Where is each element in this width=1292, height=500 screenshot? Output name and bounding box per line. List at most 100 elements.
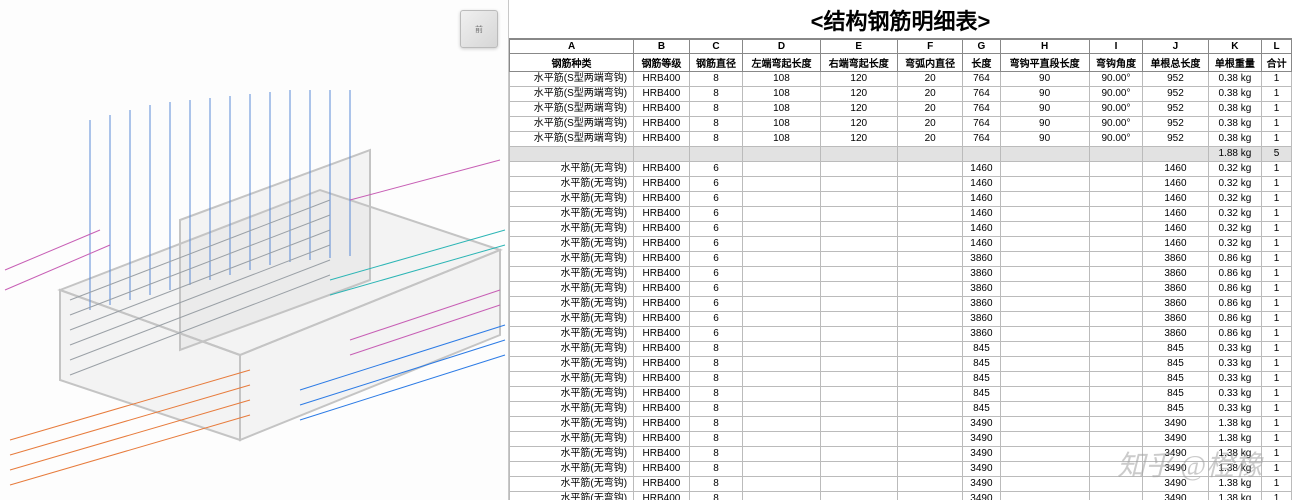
cell[interactable]: 3490 [1143,477,1208,492]
cell[interactable]: 3490 [1143,462,1208,477]
cell[interactable]: 0.32 kg [1208,162,1262,177]
cell[interactable]: 0.33 kg [1208,342,1262,357]
cell[interactable]: HRB400 [634,297,690,312]
cell[interactable] [1089,342,1143,357]
cell[interactable]: 6 [689,237,743,252]
table-row[interactable]: 水平筋(无弯钩)HRB4006146014600.32 kg1 [510,207,1292,222]
cell[interactable] [897,312,962,327]
cell[interactable] [820,267,897,282]
cell[interactable]: 水平筋(S型两端弯钩) [510,87,634,102]
cell[interactable] [1089,192,1143,207]
cell[interactable] [1000,492,1089,500]
cell[interactable] [1000,147,1089,162]
cell[interactable]: 108 [743,72,820,87]
cell[interactable] [820,312,897,327]
cell[interactable]: 3860 [1143,297,1208,312]
cell[interactable] [820,447,897,462]
cell[interactable]: 水平筋(无弯钩) [510,357,634,372]
cell[interactable] [897,192,962,207]
cell[interactable]: 1460 [1143,162,1208,177]
cell[interactable]: 1460 [963,162,1000,177]
cell[interactable]: 3860 [963,327,1000,342]
cell[interactable]: 3860 [963,297,1000,312]
cell[interactable]: HRB400 [634,222,690,237]
cell[interactable]: HRB400 [634,357,690,372]
cell[interactable]: 764 [963,72,1000,87]
cell[interactable]: 0.32 kg [1208,237,1262,252]
cell[interactable]: 845 [1143,357,1208,372]
cell[interactable]: 水平筋(无弯钩) [510,282,634,297]
cell[interactable] [743,372,820,387]
cell[interactable]: 0.86 kg [1208,297,1262,312]
col-header[interactable]: 合计 [1262,54,1292,72]
rebar-schedule-table[interactable]: ABCDEFGHIJKL 钢筋种类钢筋等级钢筋直径左端弯起长度右端弯起长度弯弧内… [509,39,1292,500]
cell[interactable]: 1 [1262,162,1292,177]
cell[interactable]: 952 [1143,102,1208,117]
cell[interactable] [1000,417,1089,432]
cell[interactable] [510,147,634,162]
cell[interactable] [743,267,820,282]
table-row[interactable]: 水平筋(无弯钩)HRB4006146014600.32 kg1 [510,237,1292,252]
cell[interactable]: 6 [689,312,743,327]
cell[interactable] [743,357,820,372]
cell[interactable] [897,282,962,297]
cell[interactable]: 120 [820,102,897,117]
cell[interactable] [1089,207,1143,222]
cell[interactable]: 1 [1262,297,1292,312]
cell[interactable]: 1.38 kg [1208,477,1262,492]
col-letter[interactable]: H [1000,40,1089,54]
cell[interactable]: 1 [1262,477,1292,492]
cell[interactable]: 3490 [963,432,1000,447]
cell[interactable]: 764 [963,132,1000,147]
cell[interactable]: 1460 [1143,237,1208,252]
cell[interactable] [1089,297,1143,312]
cell[interactable]: 90.00° [1089,102,1143,117]
cell[interactable] [634,147,690,162]
cell[interactable]: 水平筋(无弯钩) [510,477,634,492]
cell[interactable] [743,282,820,297]
cell[interactable]: 3490 [963,447,1000,462]
cell[interactable]: 水平筋(无弯钩) [510,177,634,192]
cell[interactable]: 1460 [1143,177,1208,192]
cell[interactable]: HRB400 [634,312,690,327]
cell[interactable]: 6 [689,207,743,222]
cell[interactable] [743,342,820,357]
cell[interactable] [1000,237,1089,252]
cell[interactable] [743,237,820,252]
cell[interactable]: 845 [1143,387,1208,402]
cell[interactable] [1089,327,1143,342]
cell[interactable]: 1460 [1143,207,1208,222]
cell[interactable]: 水平筋(无弯钩) [510,297,634,312]
cell[interactable]: 845 [1143,372,1208,387]
cell[interactable]: HRB400 [634,342,690,357]
cell[interactable]: 1.38 kg [1208,417,1262,432]
cell[interactable]: 0.86 kg [1208,312,1262,327]
cell[interactable]: 8 [689,447,743,462]
cell[interactable]: 845 [963,387,1000,402]
cell[interactable]: 0.86 kg [1208,252,1262,267]
cell[interactable] [897,207,962,222]
cell[interactable]: 0.32 kg [1208,222,1262,237]
cell[interactable]: 6 [689,162,743,177]
cell[interactable]: 1 [1262,432,1292,447]
cell[interactable] [1000,267,1089,282]
cell[interactable]: HRB400 [634,132,690,147]
cell[interactable]: 水平筋(无弯钩) [510,192,634,207]
cell[interactable] [743,402,820,417]
cell[interactable]: 3860 [1143,282,1208,297]
cell[interactable]: 1 [1262,252,1292,267]
table-row[interactable]: 水平筋(无弯钩)HRB4006146014600.32 kg1 [510,177,1292,192]
cell[interactable]: HRB400 [634,72,690,87]
cell[interactable]: 120 [820,117,897,132]
cell[interactable] [743,417,820,432]
cell[interactable]: 3490 [963,477,1000,492]
cell[interactable]: 1.38 kg [1208,447,1262,462]
table-row[interactable]: 水平筋(S型两端弯钩)HRB4008108120207649090.00°952… [510,72,1292,87]
col-letter[interactable]: A [510,40,634,54]
cell[interactable] [743,252,820,267]
cell[interactable]: 845 [1143,342,1208,357]
cell[interactable]: 1 [1262,192,1292,207]
cell[interactable]: 6 [689,252,743,267]
cell[interactable]: HRB400 [634,402,690,417]
cell[interactable] [1000,192,1089,207]
